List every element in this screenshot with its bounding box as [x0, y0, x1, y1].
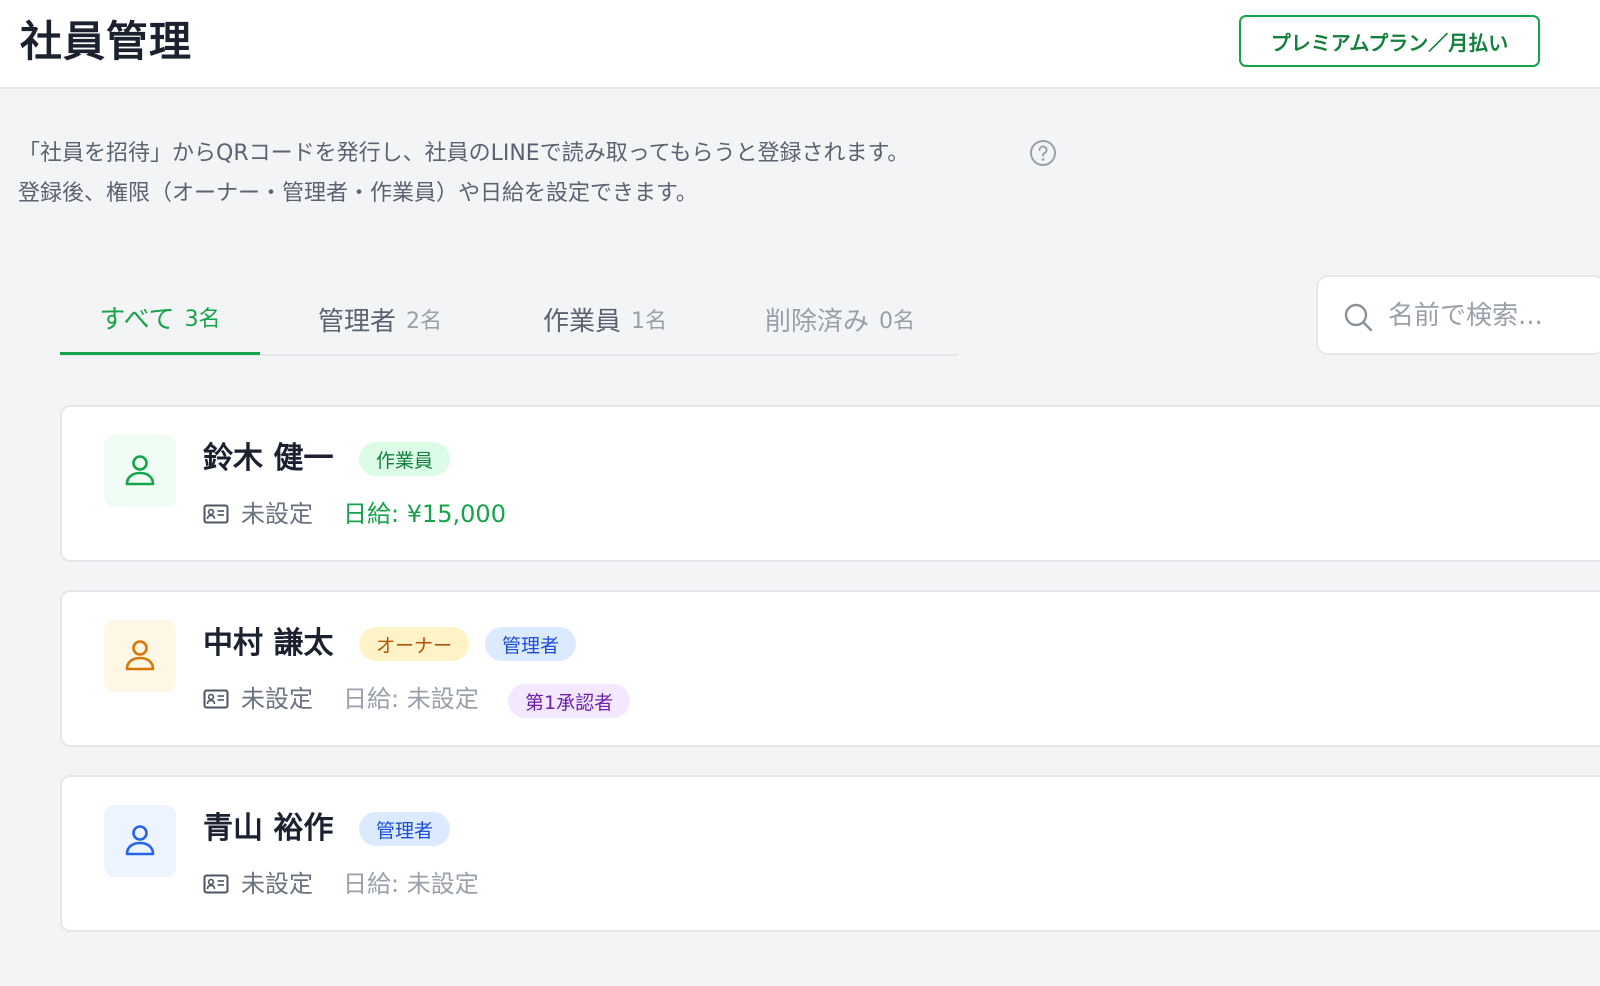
- avatar: [104, 435, 176, 507]
- page-title: 社員管理: [20, 17, 193, 66]
- person-icon: [125, 455, 155, 486]
- role-badge-admin: 管理者: [485, 627, 577, 661]
- daily-wage: 日給: 未設定: [343, 685, 479, 713]
- employee-name: 中村 謙太: [203, 626, 334, 661]
- employee-card[interactable]: 中村 謙太 オーナー 管理者 未設定 日給: 未設定 第1承認者: [60, 590, 1600, 747]
- role-badge-admin: 管理者: [359, 812, 451, 846]
- plan-badge-button[interactable]: プレミアムプラン／月払い: [1239, 15, 1540, 67]
- description-line-2: 登録後、権限（オーナー・管理者・作業員）や日給を設定できます。: [18, 181, 698, 206]
- tab-admin[interactable]: 管理者 2名: [290, 282, 470, 356]
- employee-id-status: 未設定: [241, 685, 313, 713]
- avatar: [104, 805, 176, 877]
- filter-tabs: すべて 3名 管理者 2名 作業員 1名 削除済み 0名: [60, 282, 958, 356]
- tab-label: 管理者: [317, 306, 396, 337]
- tab-label: すべて: [99, 304, 175, 335]
- role-badge-owner: オーナー: [359, 627, 470, 661]
- avatar: [104, 620, 176, 692]
- tab-worker[interactable]: 作業員 1名: [510, 282, 700, 356]
- tab-label: 削除済み: [764, 306, 869, 337]
- employee-name: 鈴木 健一: [203, 441, 334, 476]
- tab-all[interactable]: すべて 3名: [60, 282, 260, 355]
- daily-wage: 日給: 未設定: [343, 870, 479, 898]
- search-box: [1316, 275, 1600, 355]
- person-icon: [125, 640, 155, 671]
- tab-count: 3名: [184, 307, 221, 332]
- tab-count: 0名: [879, 309, 915, 334]
- app-header: 社員管理 プレミアムプラン／月払い: [0, 0, 1600, 89]
- employee-card[interactable]: 鈴木 健一 作業員 未設定 日給: ¥15,000: [60, 405, 1600, 562]
- employee-id-status: 未設定: [241, 500, 313, 528]
- employee-name: 青山 裕作: [203, 811, 334, 846]
- approver-badge: 第1承認者: [508, 684, 631, 718]
- search-icon: [1344, 303, 1373, 332]
- tab-count: 2名: [406, 309, 442, 334]
- employee-card[interactable]: 青山 裕作 管理者 未設定 日給: 未設定: [60, 775, 1600, 932]
- person-icon: [125, 825, 155, 856]
- id-card-icon: [203, 504, 229, 524]
- description-line-1: 「社員を招待」からQRコードを発行し、社員のLINEで読み取ってもらうと登録され…: [18, 141, 910, 166]
- id-card-icon: [203, 874, 229, 894]
- description: 「社員を招待」からQRコードを発行し、社員のLINEで読み取ってもらうと登録され…: [18, 134, 909, 214]
- daily-wage: 日給: ¥15,000: [343, 500, 506, 528]
- id-card-icon: [203, 689, 229, 709]
- employee-id-status: 未設定: [241, 870, 313, 898]
- tab-count: 1名: [631, 309, 667, 334]
- tab-deleted[interactable]: 削除済み 0名: [740, 282, 940, 356]
- help-circle-icon[interactable]: [1029, 139, 1057, 167]
- tab-label: 作業員: [542, 306, 621, 337]
- role-badge-worker: 作業員: [359, 442, 451, 476]
- search-input[interactable]: [1388, 295, 1598, 337]
